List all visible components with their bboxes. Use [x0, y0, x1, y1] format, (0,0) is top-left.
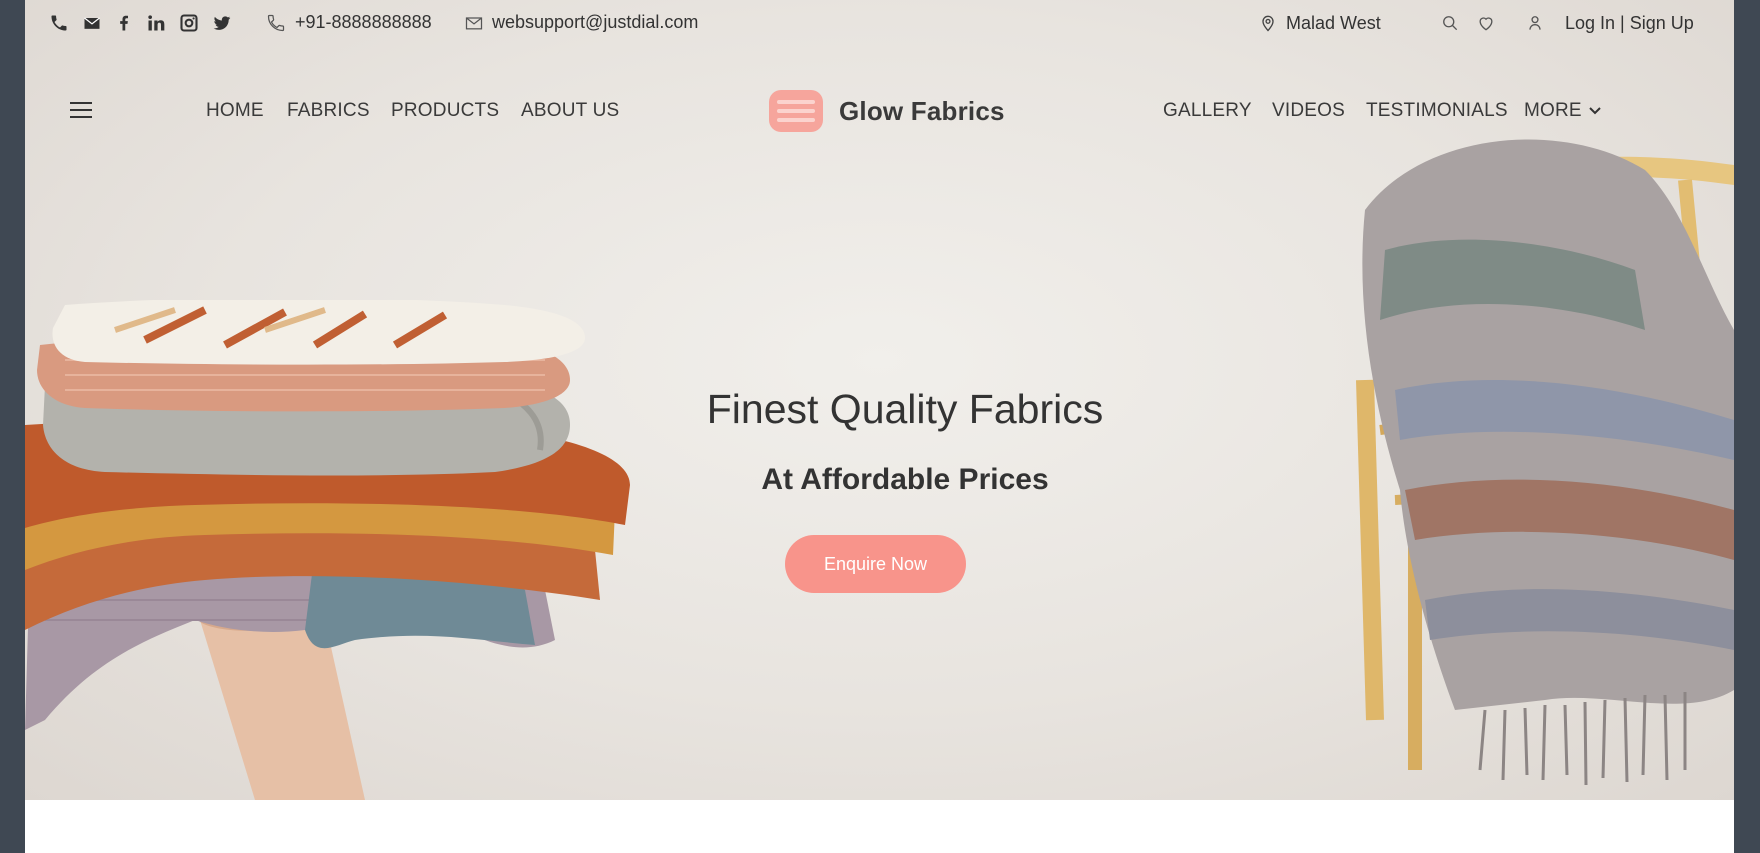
email-link[interactable]: websupport@justdial.com — [492, 12, 698, 33]
heart-icon[interactable] — [1475, 12, 1497, 34]
fabric-stack-image — [25, 300, 630, 800]
hero-title: Finest Quality Fabrics — [706, 386, 1104, 432]
hero-banner: +91-8888888888 websupport@justdial.com M… — [25, 0, 1734, 800]
enquire-now-button[interactable]: Enquire Now — [785, 535, 966, 593]
nav-videos[interactable]: VIDEOS — [1272, 100, 1345, 122]
location-selector[interactable]: Malad West — [1286, 13, 1381, 34]
top-bar: +91-8888888888 websupport@justdial.com M… — [25, 0, 1734, 46]
envelope-outline-icon — [463, 12, 485, 34]
linkedin-icon[interactable] — [145, 12, 167, 34]
location-pin-icon — [1257, 12, 1279, 34]
nav-more-dropdown[interactable]: MORE — [1524, 100, 1602, 122]
hamburger-menu-icon[interactable] — [70, 102, 92, 120]
phone-number-link[interactable]: +91-8888888888 — [295, 12, 432, 33]
search-icon[interactable] — [1439, 12, 1461, 34]
login-signup-link[interactable]: Log In | Sign Up — [1565, 13, 1694, 34]
nav-fabrics[interactable]: FABRICS — [287, 100, 370, 122]
instagram-icon[interactable] — [178, 12, 200, 34]
nav-gallery[interactable]: GALLERY — [1163, 100, 1252, 122]
mail-icon[interactable] — [81, 12, 103, 34]
hero-subtitle: At Affordable Prices — [761, 463, 1049, 496]
chair-blanket-image — [1356, 139, 1734, 786]
facebook-icon[interactable] — [113, 12, 135, 34]
twitter-icon[interactable] — [211, 12, 233, 34]
phone-outline-icon — [265, 12, 287, 34]
brand-logo[interactable]: Glow Fabrics — [767, 86, 1007, 136]
nav-about-us[interactable]: ABOUT US — [521, 100, 619, 122]
nav-home[interactable]: HOME — [206, 100, 264, 122]
user-icon — [1524, 12, 1546, 34]
page: +91-8888888888 websupport@justdial.com M… — [25, 0, 1734, 853]
chevron-down-icon — [1589, 107, 1601, 115]
phone-icon[interactable] — [48, 12, 70, 34]
logo-mark-icon — [769, 90, 823, 132]
brand-name: Glow Fabrics — [839, 95, 1005, 126]
nav-more-label: MORE — [1524, 100, 1582, 121]
nav-products[interactable]: PRODUCTS — [391, 100, 499, 122]
nav-testimonials[interactable]: TESTIMONIALS — [1366, 100, 1508, 122]
